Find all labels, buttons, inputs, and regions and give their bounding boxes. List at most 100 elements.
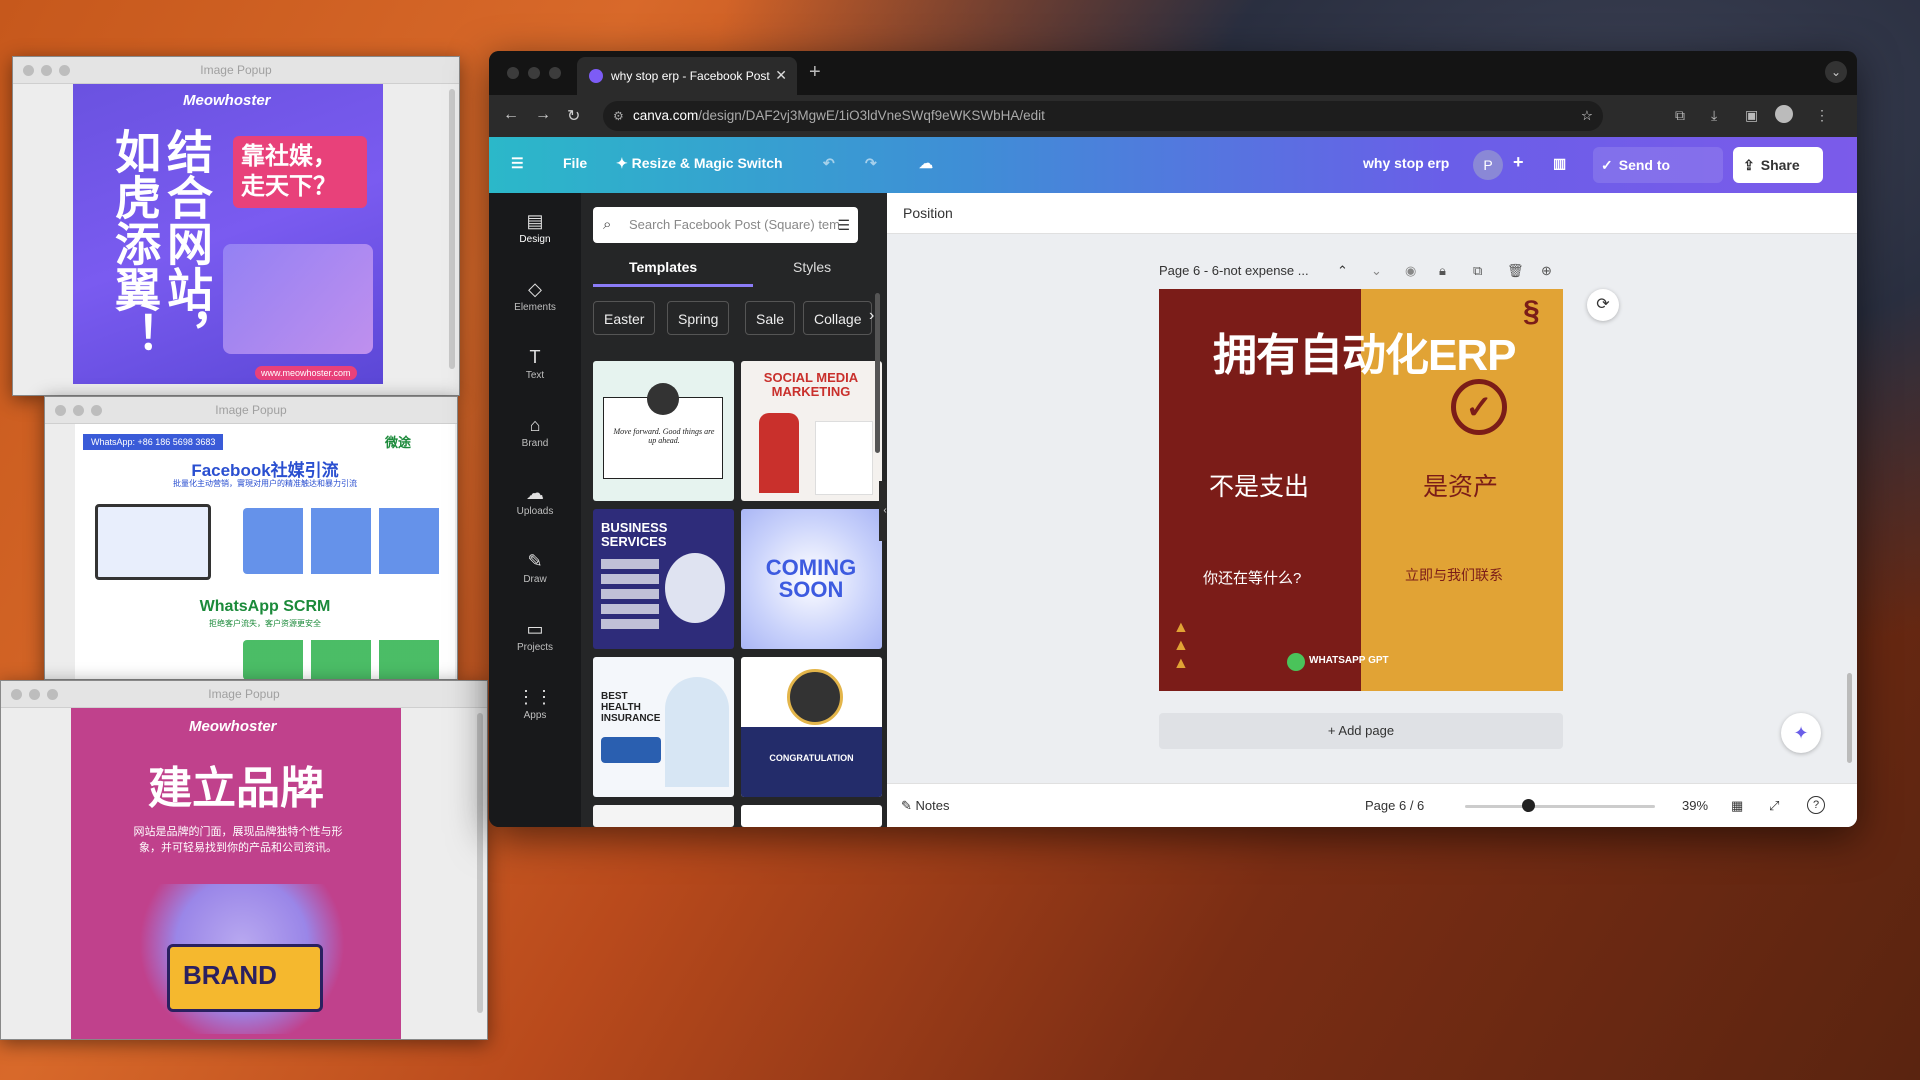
image-popup-1[interactable]: Image Popup Meowhoster 结合网站，如虎添翼！ 靠社媒，走天… bbox=[12, 56, 460, 396]
canva-favicon bbox=[589, 69, 603, 83]
delete-page-icon[interactable]: 🗑︎ bbox=[1507, 263, 1524, 279]
chip-sale[interactable]: Sale bbox=[745, 301, 796, 335]
rail-draw[interactable]: ✎ Draw bbox=[489, 551, 581, 585]
download-icon[interactable]: ⤓ bbox=[1711, 107, 1717, 124]
design-left-text[interactable]: 不是支出 bbox=[1209, 467, 1309, 503]
speech-bubble: 靠社媒，走天下？ bbox=[233, 136, 367, 208]
close-tab-icon[interactable]: ✕ bbox=[775, 67, 787, 84]
add-page-icon[interactable]: ⊕ bbox=[1541, 263, 1552, 279]
extensions-icon[interactable]: ⧉ bbox=[1675, 107, 1685, 124]
chevron-up-icon[interactable]: ⌃ bbox=[1337, 263, 1348, 279]
rail-brand[interactable]: ⌂ Brand bbox=[489, 415, 581, 449]
tab-styles[interactable]: Styles bbox=[793, 259, 831, 275]
template-search-input[interactable]: ⌕ Search Facebook Post (Square) template… bbox=[593, 207, 858, 243]
design-page[interactable]: 拥有自动化ERP ✓ § 不是支出 是资产 你还在等什么? 立即与我们联系 ▲ ▲… bbox=[1159, 289, 1563, 691]
template-social-media-marketing[interactable]: SOCIAL MEDIA MARKETING bbox=[741, 361, 882, 501]
refresh-icon[interactable]: ⟳ bbox=[1587, 289, 1619, 321]
profile-avatar-icon[interactable] bbox=[1775, 105, 1793, 123]
rail-text[interactable]: T Text bbox=[489, 347, 581, 381]
tab-menu-icon[interactable]: ⌄ bbox=[1825, 61, 1847, 83]
zoom-level[interactable]: 39% bbox=[1682, 798, 1708, 813]
back-icon[interactable]: ← bbox=[503, 106, 519, 124]
document-title[interactable]: why stop erp bbox=[1363, 155, 1449, 171]
design-left-subtext[interactable]: 你还在等什么? bbox=[1203, 567, 1301, 588]
window-controls[interactable] bbox=[11, 689, 58, 700]
popup-titlebar[interactable]: Image Popup bbox=[1, 681, 487, 708]
duplicate-page-icon[interactable]: ⧉ bbox=[1473, 263, 1482, 279]
chevron-down-icon[interactable]: ⌄ bbox=[1371, 263, 1382, 279]
chip-easter[interactable]: Easter bbox=[593, 301, 656, 335]
template-quote[interactable]: Move forward. Good things are up ahead. bbox=[593, 361, 734, 501]
rail-elements[interactable]: ◇ Elements bbox=[489, 279, 581, 313]
send-to-teacher-button[interactable]: ✓Send to Teacher bbox=[1593, 147, 1723, 209]
grid-view-icon[interactable]: ▦ bbox=[1731, 798, 1743, 814]
hide-page-icon[interactable]: ◉ bbox=[1405, 263, 1416, 279]
rail-uploads[interactable]: ☁ Uploads bbox=[489, 483, 581, 517]
site-info-icon[interactable]: ⚙ bbox=[613, 101, 624, 131]
file-menu[interactable]: File bbox=[563, 155, 587, 171]
zoom-slider-handle[interactable] bbox=[1521, 799, 1535, 812]
tab-templates[interactable]: Templates bbox=[629, 259, 697, 275]
help-icon[interactable]: ? bbox=[1807, 796, 1825, 814]
design-title[interactable]: 拥有自动化ERP bbox=[1213, 319, 1516, 383]
template-partial-1[interactable] bbox=[593, 805, 734, 827]
template-partial-2[interactable] bbox=[741, 805, 882, 827]
forward-icon[interactable]: → bbox=[535, 106, 551, 124]
window-controls[interactable] bbox=[55, 405, 102, 416]
popup-scrollbar[interactable] bbox=[477, 713, 483, 1013]
notes-button[interactable]: ✎ Notes bbox=[901, 798, 950, 814]
popup-titlebar[interactable]: Image Popup bbox=[13, 57, 459, 84]
insights-icon[interactable]: ▥ bbox=[1553, 155, 1566, 172]
window-controls[interactable] bbox=[23, 65, 70, 76]
magic-assistant-icon[interactable]: ✦ bbox=[1781, 713, 1821, 753]
chevron-right-icon[interactable]: › bbox=[869, 307, 874, 325]
filter-icon[interactable]: ☰ bbox=[837, 207, 850, 243]
design-right-subtext[interactable]: 立即与我们联系 bbox=[1405, 565, 1503, 585]
share-button[interactable]: ⇪ Share bbox=[1733, 147, 1823, 183]
rail-projects[interactable]: ▭ Projects bbox=[489, 619, 581, 653]
ad-headline: 结合网站，如虎添翼！ bbox=[109, 128, 213, 358]
rail-design[interactable]: ▤ Design bbox=[489, 211, 581, 245]
search-icon: ⌕ bbox=[603, 216, 612, 233]
undo-icon[interactable]: ↶ bbox=[823, 155, 835, 172]
redo-icon[interactable]: ↷ bbox=[865, 155, 877, 172]
add-collaborator-icon[interactable]: + bbox=[1513, 152, 1524, 173]
user-avatar[interactable]: P bbox=[1473, 150, 1503, 180]
lock-icon[interactable]: 🔒︎ bbox=[1439, 263, 1446, 279]
url-field[interactable]: ⚙ canva.com/design/DAF2vj3MgwE/1iO3ldVne… bbox=[603, 101, 1603, 131]
panel-scrollbar[interactable] bbox=[875, 293, 880, 453]
popup-titlebar[interactable]: Image Popup bbox=[45, 397, 457, 424]
fullscreen-icon[interactable]: ⤢ bbox=[1769, 798, 1779, 814]
notes-icon: ✎ bbox=[901, 798, 912, 813]
template-coming-soon[interactable]: COMING SOON bbox=[741, 509, 882, 649]
popup-title: Image Popup bbox=[200, 63, 272, 77]
template-business-services[interactable]: BUSINESS SERVICES bbox=[593, 509, 734, 649]
browser-tab[interactable]: why stop erp - Facebook Post ✕ bbox=[577, 57, 797, 95]
zoom-slider[interactable] bbox=[1465, 805, 1655, 808]
editor-scrollbar[interactable] bbox=[1847, 673, 1852, 763]
chip-collage[interactable]: Collage bbox=[803, 301, 873, 335]
chip-spring[interactable]: Spring bbox=[667, 301, 730, 335]
template-health-insurance[interactable]: BEST HEALTH INSURANCE bbox=[593, 657, 734, 797]
window-controls[interactable] bbox=[507, 67, 561, 79]
design-right-text[interactable]: 是资产 bbox=[1423, 467, 1498, 503]
image-popup-3[interactable]: Image Popup Meowhoster 建立品牌 网站是品牌的门面，展现品… bbox=[0, 680, 488, 1040]
resize-magic-switch-button[interactable]: ✦ Resize & Magic Switch bbox=[616, 155, 783, 172]
position-button[interactable]: Position bbox=[903, 205, 953, 221]
browser-menu-icon[interactable]: ⋮ bbox=[1815, 107, 1829, 124]
sidebar-icon[interactable]: ▣ bbox=[1745, 107, 1758, 124]
page-title-label[interactable]: Page 6 - 6-not expense ... bbox=[1159, 263, 1309, 278]
rail-apps[interactable]: ⋮⋮ Apps bbox=[489, 687, 581, 721]
ad-image-brand: Meowhoster 建立品牌 网站是品牌的门面，展现品牌独特个性与形象，并可轻… bbox=[71, 708, 401, 1039]
popup-scrollbar[interactable] bbox=[449, 89, 455, 369]
template-congratulation[interactable]: CONGRATULATION bbox=[741, 657, 882, 797]
page-counter[interactable]: Page 6 / 6 bbox=[1365, 798, 1424, 813]
bookmark-star-icon[interactable]: ☆ bbox=[1581, 101, 1593, 131]
cloud-save-icon[interactable]: ☁ bbox=[919, 155, 933, 172]
new-tab-icon[interactable]: + bbox=[809, 61, 821, 84]
menu-icon[interactable]: ☰ bbox=[511, 155, 524, 172]
add-page-button[interactable]: + Add page bbox=[1159, 713, 1563, 749]
reload-icon[interactable]: ↻ bbox=[567, 106, 580, 126]
image-popup-2[interactable]: Image Popup WhatsApp: +86 186 5698 3683 … bbox=[44, 396, 458, 680]
url-domain: canva.com bbox=[633, 108, 699, 123]
